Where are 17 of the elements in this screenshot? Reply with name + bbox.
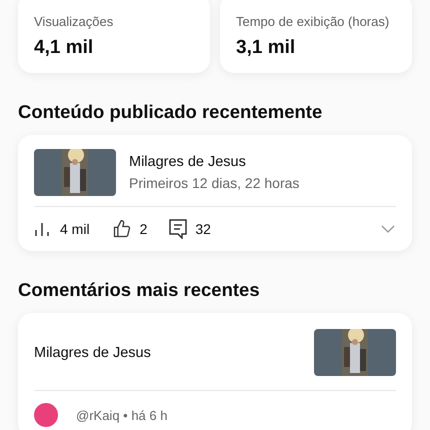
comment-icon (169, 219, 188, 239)
stat-label: Visualizações (34, 14, 114, 29)
bar-chart-icon (34, 221, 52, 237)
avatar (34, 403, 58, 427)
stat-label: Tempo de exibição (horas) (236, 14, 390, 29)
video-subtitle: Primeiros 12 dias, 22 horas (129, 175, 300, 191)
metric-value: 32 (195, 221, 211, 237)
video-title[interactable]: Milagres de Jesus (129, 154, 300, 170)
video-title[interactable]: Milagres de Jesus (34, 344, 151, 360)
section-heading: Comentários mais recentes (18, 279, 261, 301)
thumbs-up-icon (112, 219, 132, 239)
stat-value: 4,1 mil (34, 37, 94, 59)
stat-value: 3,1 mil (236, 37, 296, 59)
metric-value: 4 mil (60, 221, 90, 237)
section-heading: Conteúdo publicado recentemente (18, 101, 324, 123)
comment-author: @rKaiq • há 6 h (76, 408, 168, 422)
metric-value: 2 (140, 221, 148, 237)
